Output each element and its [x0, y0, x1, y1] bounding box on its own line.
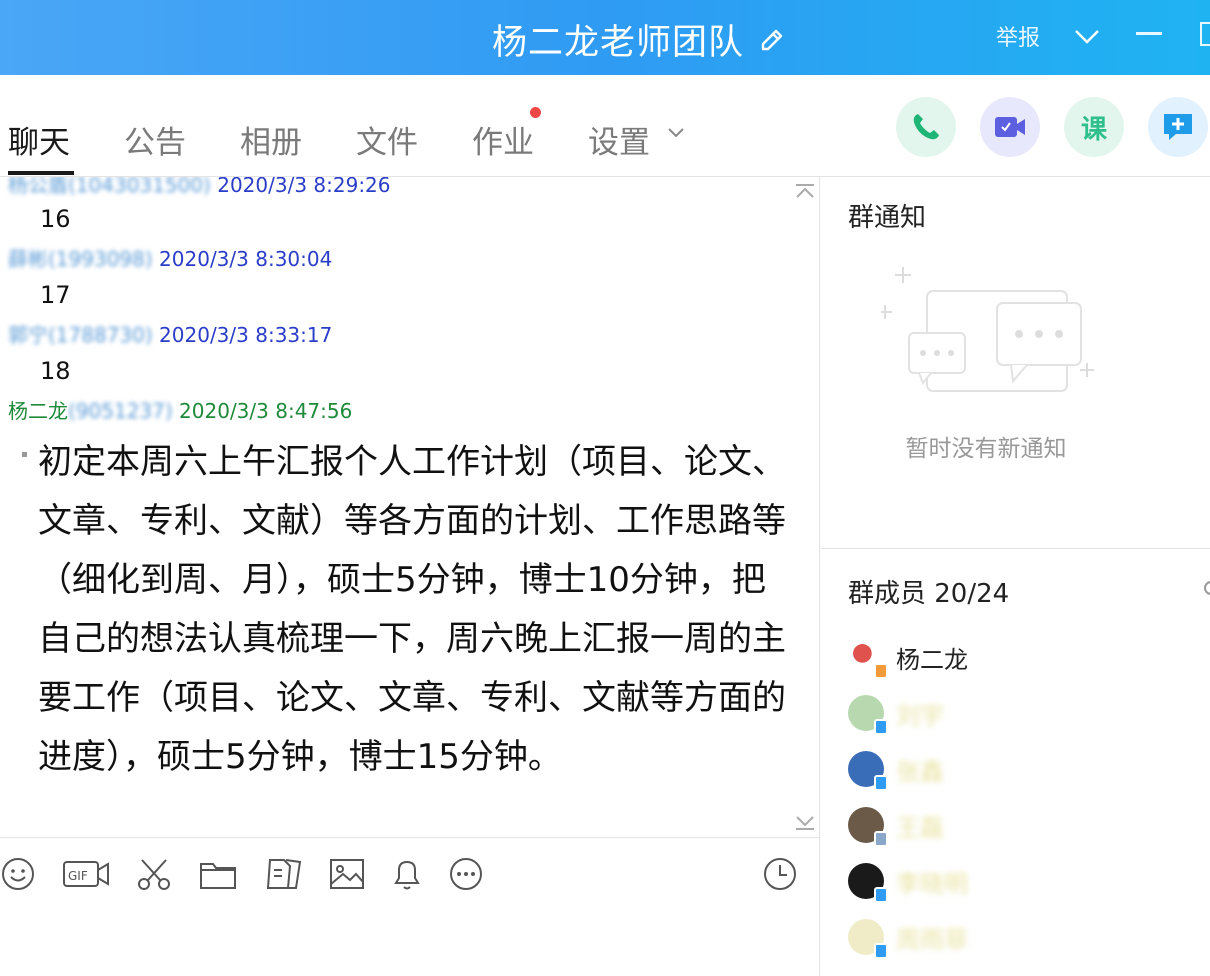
group-title: 杨二龙老师团队	[492, 23, 745, 63]
message-header: 郭宁(1788730) 2020/3/3 8:33:17	[8, 323, 333, 347]
group-notice-panel: 群通知 暂时没有新通知	[821, 177, 1210, 549]
message-header: 杨公盾(1043031500) 2020/3/3 8:29:26	[8, 177, 391, 197]
avatar	[848, 751, 888, 791]
message-text: 18	[40, 357, 71, 385]
tab-album[interactable]: 相册	[240, 117, 302, 162]
message-text: 16	[40, 205, 71, 233]
report-link[interactable]: 举报	[996, 20, 1040, 52]
settings-chevron-icon[interactable]	[666, 125, 686, 141]
voice-call-button[interactable]	[896, 97, 956, 157]
message-header: 杨二龙(9051237) 2020/3/3 8:47:56	[8, 399, 353, 423]
tab-bar: 聊天 公告 相册 文件 作业 设置 课	[0, 75, 1210, 177]
edit-icon[interactable]	[758, 26, 786, 54]
image-icon[interactable]	[328, 856, 368, 892]
member-name: 王磊	[896, 813, 944, 842]
chat-add-icon	[1164, 114, 1192, 140]
avatar	[848, 695, 888, 735]
new-chat-button[interactable]	[1148, 97, 1208, 157]
avatar	[848, 807, 888, 847]
tab-announcements[interactable]: 公告	[124, 117, 186, 162]
scissors-icon[interactable]	[134, 856, 174, 892]
avatar	[848, 863, 888, 903]
tab-files[interactable]: 文件	[356, 117, 418, 162]
member-item[interactable]: 李晓明	[848, 863, 968, 903]
members-title: 群成员 20/24	[848, 579, 1010, 609]
member-item[interactable]: 张鑫	[848, 751, 944, 791]
member-name: 刘宇	[896, 701, 944, 730]
message-text: 17	[40, 281, 71, 309]
group-members-panel: 群成员 20/24 杨二龙 刘宇 张鑫 王磊 李晓明 周雨菲	[821, 549, 1210, 976]
course-icon: 课	[1080, 114, 1107, 145]
tab-homework[interactable]: 作业	[472, 117, 534, 162]
active-tab-indicator	[8, 171, 74, 175]
notice-title: 群通知	[848, 203, 927, 233]
folder-icon[interactable]	[198, 856, 238, 892]
more-options-icon[interactable]	[448, 856, 488, 892]
svg-text:GIF: GIF	[68, 869, 88, 883]
member-item[interactable]: 周雨菲	[848, 919, 968, 959]
tab-settings[interactable]: 设置	[588, 117, 650, 162]
avatar	[848, 639, 888, 679]
phone-icon	[913, 114, 939, 140]
emoji-icon[interactable]	[0, 856, 40, 892]
member-item[interactable]: 王磊	[848, 807, 944, 847]
member-name: 李晓明	[896, 869, 968, 898]
scroll-bottom-icon[interactable]	[794, 813, 816, 831]
video-camera-icon	[995, 117, 1025, 137]
chat-message-area[interactable]: 杨公盾(1043031500) 2020/3/3 8:29:26 16 薛彬(1…	[0, 177, 820, 837]
title-bar: 杨二龙老师团队 举报	[0, 0, 1210, 75]
maximize-button[interactable]	[1200, 22, 1210, 46]
message-bullet	[22, 452, 27, 457]
message-header: 薛彬(1993098) 2020/3/3 8:30:04	[8, 247, 333, 271]
member-name: 杨二龙	[896, 645, 968, 674]
minimize-button[interactable]	[1136, 32, 1162, 35]
member-search-icon[interactable]	[1204, 581, 1210, 595]
tab-chat[interactable]: 聊天	[8, 117, 70, 162]
empty-notice-text: 暂时没有新通知	[905, 436, 1067, 462]
message-text-announcement: 初定本周六上午汇报个人工作计划（项目、论文、文章、专利、文献）等各方面的计划、工…	[38, 442, 786, 777]
video-call-button[interactable]	[980, 97, 1040, 157]
group-title-area: 杨二龙老师团队	[492, 14, 786, 65]
bell-icon[interactable]	[388, 856, 428, 892]
homework-notification-dot	[530, 107, 541, 118]
member-item[interactable]: 刘宇	[848, 695, 944, 735]
course-button[interactable]: 课	[1064, 97, 1124, 157]
input-toolbar: GIF	[0, 837, 820, 976]
history-clock-icon[interactable]	[762, 856, 802, 892]
member-name: 周雨菲	[896, 925, 968, 954]
empty-notice-illustration	[881, 267, 1094, 392]
avatar	[848, 919, 888, 959]
member-name: 张鑫	[896, 757, 944, 786]
chevron-down-icon[interactable]	[1072, 22, 1102, 50]
scroll-top-icon[interactable]	[794, 183, 816, 201]
member-item[interactable]: 杨二龙	[848, 639, 968, 679]
gif-icon[interactable]: GIF	[62, 856, 110, 892]
screenshot-edit-icon[interactable]	[264, 856, 304, 892]
